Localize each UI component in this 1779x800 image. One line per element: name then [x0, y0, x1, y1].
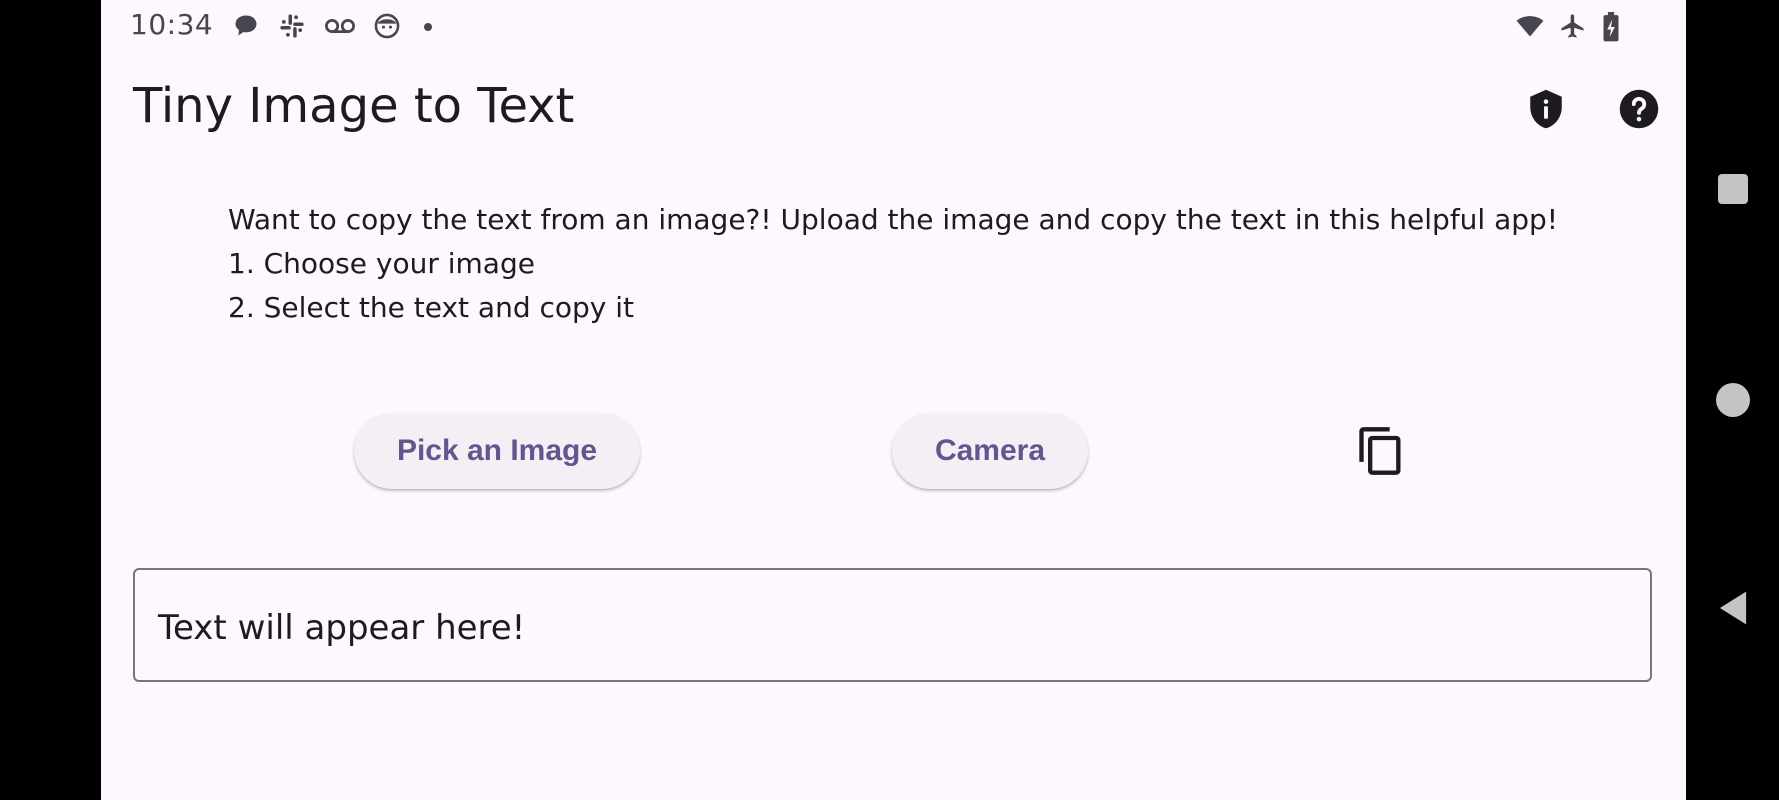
instructions-step-2: 2. Select the text and copy it — [228, 291, 635, 324]
privacy-shield-icon[interactable] — [1525, 88, 1567, 130]
notification-dot — [424, 23, 432, 31]
copy-icon[interactable] — [1355, 425, 1407, 477]
output-text-field[interactable]: Text will appear here! — [133, 568, 1652, 682]
home-icon — [1715, 383, 1750, 417]
help-icon[interactable] — [1618, 88, 1660, 130]
app-title: Tiny Image to Text — [133, 78, 575, 134]
chat-bubble-icon — [232, 12, 260, 40]
status-bar: 10:34 — [101, 0, 1686, 56]
home-button[interactable] — [1686, 383, 1779, 417]
navigation-bar — [1686, 0, 1779, 800]
instructions: Want to copy the text from an image?! Up… — [228, 198, 1558, 330]
voicemail-icon — [323, 12, 357, 40]
app-screen: 10:34 Tiny Image to Text Want to copy th… — [101, 0, 1686, 800]
status-time: 10:34 — [130, 8, 214, 41]
airplane-mode-icon — [1559, 12, 1587, 40]
recents-icon — [1717, 174, 1748, 204]
output-text[interactable]: Text will appear here! — [158, 608, 525, 648]
back-button[interactable] — [1686, 590, 1779, 626]
wifi-icon — [1513, 12, 1547, 40]
recents-button[interactable] — [1686, 174, 1779, 204]
face-icon — [373, 12, 401, 40]
instructions-step-1: 1. Choose your image — [228, 247, 535, 280]
slack-icon — [278, 12, 306, 40]
pick-image-button[interactable]: Pick an Image — [354, 413, 640, 489]
back-icon — [1719, 591, 1746, 625]
battery-charging-icon — [1601, 12, 1625, 42]
camera-button[interactable]: Camera — [892, 413, 1088, 489]
instructions-intro: Want to copy the text from an image?! Up… — [228, 203, 1559, 236]
